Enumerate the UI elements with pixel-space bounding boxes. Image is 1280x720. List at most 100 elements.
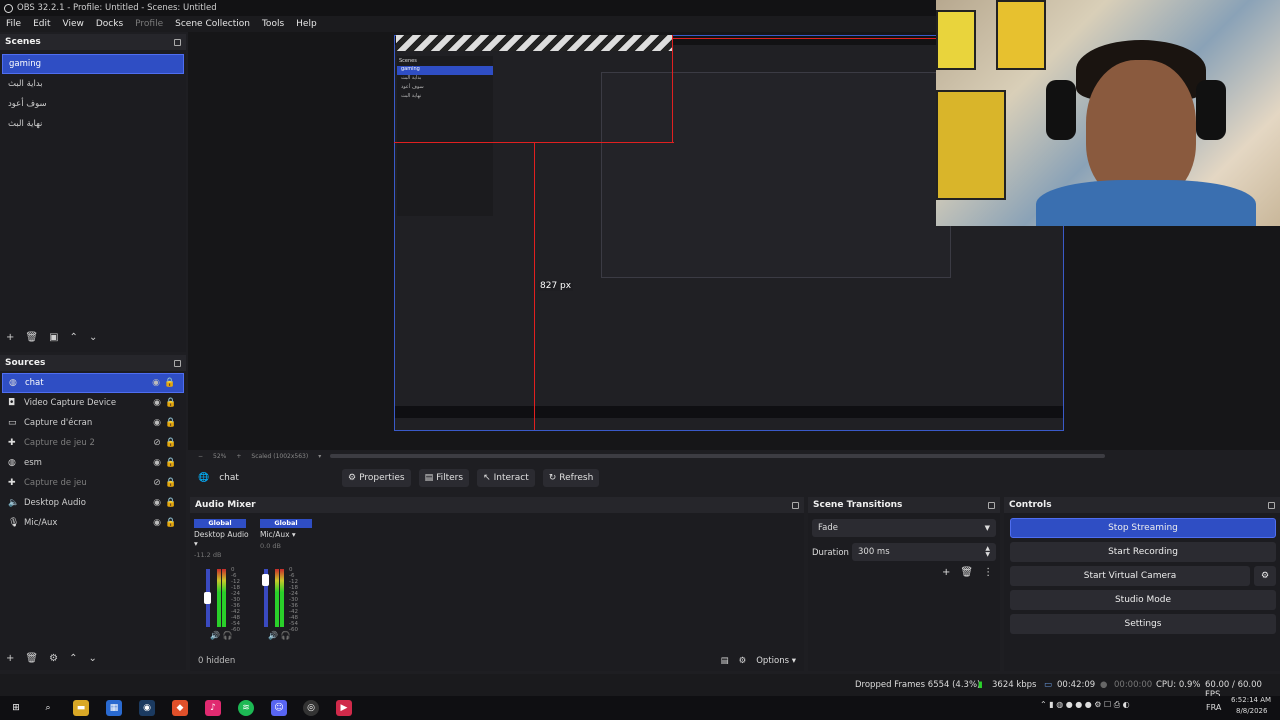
window-title: OBS 32.2.1 - Profile: Untitled - Scenes:… xyxy=(17,3,217,13)
transition-select[interactable]: Fade ▼ xyxy=(812,519,996,537)
eye-icon[interactable]: ◉ xyxy=(149,378,163,388)
windows-start-icon[interactable]: ⊞ xyxy=(8,700,24,716)
menu-file[interactable]: File xyxy=(0,19,27,29)
headphones-icon[interactable]: 🎧 xyxy=(281,631,291,640)
gear-icon[interactable]: ⚙ xyxy=(739,656,747,666)
headphones-icon[interactable]: 🎧 xyxy=(223,631,233,640)
undock-icon[interactable] xyxy=(792,501,799,509)
undock-icon[interactable] xyxy=(174,359,181,367)
chevron-down-icon[interactable]: ▾ xyxy=(318,453,321,460)
discord-icon[interactable]: ☺ xyxy=(271,700,287,716)
lock-icon[interactable]: 🔒 xyxy=(164,458,178,468)
undock-icon[interactable] xyxy=(988,501,995,509)
search-icon[interactable]: ⌕ xyxy=(40,700,56,716)
volume-slider[interactable] xyxy=(262,574,269,587)
clock-time[interactable]: 6:52:14 AM xyxy=(1231,696,1271,704)
menu-tools[interactable]: Tools xyxy=(256,19,290,29)
source-item[interactable]: ◍ chat ◉ 🔒 xyxy=(2,373,184,393)
eye-off-icon[interactable]: ⊘ xyxy=(150,438,164,448)
trash-icon[interactable]: 🗑 xyxy=(25,653,38,664)
source-item[interactable]: ✚ Capture de jeu ⊘ 🔒 xyxy=(2,473,184,493)
move-down-icon[interactable]: ⌄ xyxy=(89,332,97,343)
gear-icon: ⚙ xyxy=(348,473,357,483)
tray-icons[interactable]: ⌃ ▮ ◍ ● ● ● ⚙ ☐ ⎙ ◐ xyxy=(1040,700,1130,710)
source-item[interactable]: ◘ Video Capture Device ◉ 🔒 xyxy=(2,393,184,413)
lock-icon[interactable]: 🔒 xyxy=(163,378,177,388)
scene-item[interactable]: gaming xyxy=(2,54,184,74)
calendar-app-icon[interactable]: ▦ xyxy=(106,700,122,716)
duration-input[interactable]: 300 ms ▲ ▼ xyxy=(852,543,996,561)
brave-icon[interactable]: ◆ xyxy=(172,700,188,716)
scaled-dropdown[interactable]: Scaled (1002x563) xyxy=(251,453,308,460)
lock-icon[interactable]: 🔒 xyxy=(164,418,178,428)
speaker-icon[interactable]: 🔊 xyxy=(268,631,278,640)
gear-icon[interactable]: ⚙ xyxy=(49,653,58,664)
lock-icon[interactable]: 🔒 xyxy=(164,498,178,508)
eye-icon[interactable]: ◉ xyxy=(150,498,164,508)
filters-button[interactable]: ▤ Filters xyxy=(418,469,470,487)
layout-icon[interactable]: ▤ xyxy=(721,656,729,666)
add-icon[interactable]: + xyxy=(942,567,950,578)
lock-icon[interactable]: 🔒 xyxy=(164,438,178,448)
eye-off-icon[interactable]: ⊘ xyxy=(150,478,164,488)
zoom-out-icon[interactable]: − xyxy=(198,453,203,460)
source-item[interactable]: ◍ esm ◉ 🔒 xyxy=(2,453,184,473)
move-down-icon[interactable]: ⌄ xyxy=(88,653,96,664)
trash-icon[interactable]: 🗑 xyxy=(960,567,973,578)
add-icon[interactable]: + xyxy=(6,653,14,664)
options-dropdown[interactable]: Options ▾ xyxy=(756,656,796,666)
studio-mode-button[interactable]: Studio Mode xyxy=(1010,590,1276,610)
source-item[interactable]: ▭ Capture d'écran ◉ 🔒 xyxy=(2,413,184,433)
lock-icon[interactable]: 🔒 xyxy=(164,518,178,528)
lock-icon[interactable]: 🔒 xyxy=(164,398,178,408)
menu-view[interactable]: View xyxy=(57,19,90,29)
scene-item[interactable]: بداية البث xyxy=(2,74,184,94)
obs-app-icon[interactable]: ◎ xyxy=(303,700,319,716)
stepper-icon[interactable]: ▲ ▼ xyxy=(985,546,990,558)
stop-streaming-button[interactable]: Stop Streaming xyxy=(1010,518,1276,538)
source-item[interactable]: 🎙 Mic/Aux ◉ 🔒 xyxy=(2,513,184,533)
channel-name[interactable]: Desktop Audio ▾ xyxy=(190,530,250,548)
trash-icon[interactable]: 🗑 xyxy=(25,332,38,343)
undock-icon[interactable] xyxy=(174,38,181,46)
language-indicator[interactable]: FRA xyxy=(1206,703,1221,712)
zoom-in-icon[interactable]: + xyxy=(236,453,241,460)
start-recording-button[interactable]: Start Recording xyxy=(1010,542,1276,562)
tiktok-icon[interactable]: ♪ xyxy=(205,700,221,716)
move-up-icon[interactable]: ⌃ xyxy=(70,332,78,343)
undock-icon[interactable] xyxy=(1268,501,1275,509)
clock-date[interactable]: 8/8/2026 xyxy=(1236,707,1267,715)
steam-icon[interactable]: ◉ xyxy=(139,700,155,716)
virtual-camera-settings-button[interactable]: ⚙ xyxy=(1254,566,1276,586)
filter-icon[interactable]: ▣ xyxy=(49,332,58,343)
speaker-icon[interactable]: 🔊 xyxy=(210,631,220,640)
interact-button[interactable]: ↖ Interact xyxy=(477,469,535,487)
preview-scrollbar[interactable] xyxy=(330,454,1105,458)
start-virtual-camera-button[interactable]: Start Virtual Camera xyxy=(1010,566,1250,586)
eye-icon[interactable]: ◉ xyxy=(150,518,164,528)
file-explorer-icon[interactable]: ▬ xyxy=(73,700,89,716)
settings-button[interactable]: Settings xyxy=(1010,614,1276,634)
more-icon[interactable]: ⋮ xyxy=(983,567,993,578)
lock-icon[interactable]: 🔒 xyxy=(164,478,178,488)
menu-scene-collection[interactable]: Scene Collection xyxy=(169,19,256,29)
refresh-button[interactable]: ↻ Refresh xyxy=(542,469,600,487)
scene-item[interactable]: نهاية البث xyxy=(2,114,184,134)
scene-item[interactable]: سوف أعود xyxy=(2,94,184,114)
eye-icon[interactable]: ◉ xyxy=(150,418,164,428)
menu-docks[interactable]: Docks xyxy=(90,19,129,29)
source-item[interactable]: ✚ Capture de jeu 2 ⊘ 🔒 xyxy=(2,433,184,453)
menu-profile[interactable]: Profile xyxy=(129,19,169,29)
channel-name[interactable]: Mic/Aux ▾ xyxy=(256,530,316,539)
move-up-icon[interactable]: ⌃ xyxy=(69,653,77,664)
menu-edit[interactable]: Edit xyxy=(27,19,56,29)
volume-slider[interactable] xyxy=(204,592,211,605)
menu-help[interactable]: Help xyxy=(290,19,323,29)
properties-button[interactable]: ⚙ Properties xyxy=(342,469,411,487)
add-icon[interactable]: + xyxy=(6,332,14,343)
eye-icon[interactable]: ◉ xyxy=(150,398,164,408)
source-item[interactable]: 🔈 Desktop Audio ◉ 🔒 xyxy=(2,493,184,513)
video-editor-icon[interactable]: ▶ xyxy=(336,700,352,716)
spotify-icon[interactable]: ≋ xyxy=(238,700,254,716)
eye-icon[interactable]: ◉ xyxy=(150,458,164,468)
